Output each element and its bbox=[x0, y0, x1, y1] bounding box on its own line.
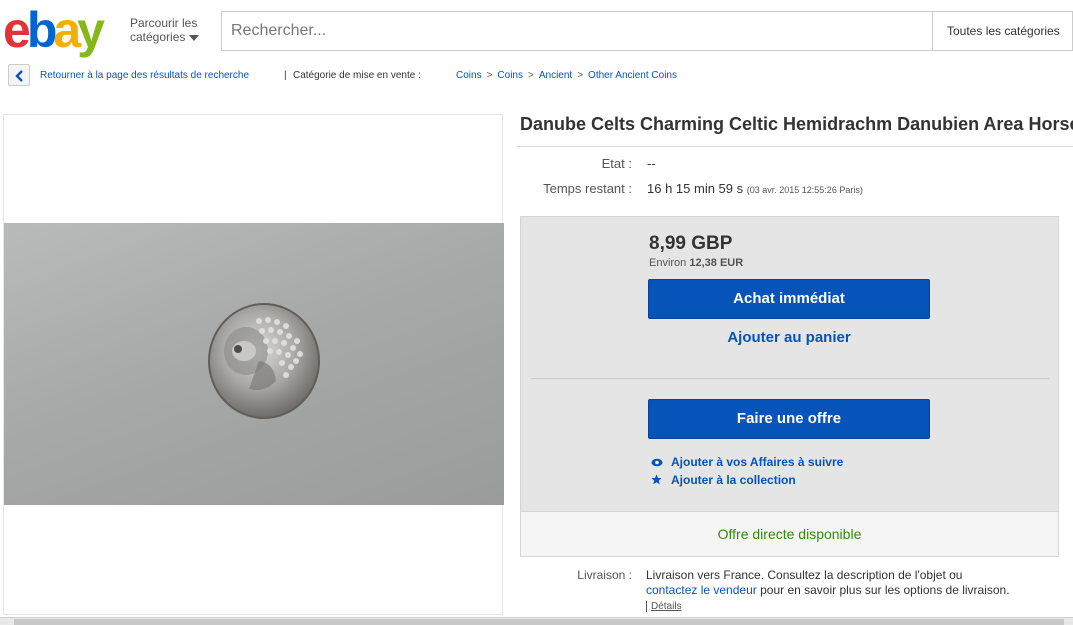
watchlist-label: Ajouter à vos Affaires à suivre bbox=[671, 455, 844, 469]
breadcrumb: Retourner à la page des résultats de rec… bbox=[8, 64, 1073, 88]
condition-label: Etat : bbox=[601, 156, 632, 171]
collection-label: Ajouter à la collection bbox=[671, 473, 796, 487]
search-input[interactable]: Rechercher... bbox=[221, 11, 933, 51]
eye-icon bbox=[651, 456, 665, 470]
time-left-value: 16 h 15 min 59 s (03 avr. 2015 12:55:26 … bbox=[647, 181, 863, 196]
item-price: 8,99 GBP bbox=[649, 233, 733, 254]
browse-line2: catégories bbox=[130, 30, 186, 44]
buy-box: 8,99 GBP Environ 12,38 EUR Achat immédia… bbox=[520, 216, 1059, 557]
contact-seller-link[interactable]: contactez le vendeur bbox=[646, 583, 757, 597]
crumb-arrow: > bbox=[577, 70, 584, 81]
buy-now-button[interactable]: Achat immédiat bbox=[648, 279, 930, 319]
category-label: Catégorie de mise en vente : bbox=[293, 70, 421, 81]
item-image-panel bbox=[3, 114, 504, 615]
direct-offer-notice: Offre directe disponible bbox=[521, 511, 1058, 556]
breadcrumb-separator: | bbox=[284, 70, 287, 81]
ebay-logo[interactable]: ebay bbox=[3, 4, 121, 56]
shipping-text-2: pour en savoir plus sur les options de l… bbox=[760, 583, 1010, 597]
add-to-collection-link[interactable]: Ajouter à la collection bbox=[651, 473, 796, 488]
shipping-info: Livraison vers France. Consultez la desc… bbox=[646, 568, 1066, 614]
scrollbar-thumb[interactable] bbox=[14, 619, 1064, 625]
coin-image bbox=[204, 301, 324, 426]
browse-categories-button[interactable]: Parcourir les catégories bbox=[130, 16, 210, 44]
add-to-cart-link[interactable]: Ajouter au panier bbox=[648, 329, 930, 346]
item-photo[interactable] bbox=[4, 223, 504, 505]
category-select[interactable]: Toutes les catégories bbox=[932, 11, 1073, 51]
make-offer-button[interactable]: Faire une offre bbox=[648, 399, 930, 439]
approx-price: Environ 12,38 EUR bbox=[649, 257, 743, 269]
buybox-divider bbox=[531, 378, 1049, 379]
browse-line1: Parcourir les bbox=[130, 16, 198, 30]
crumb-arrow: > bbox=[486, 70, 493, 81]
shipping-label: Livraison : bbox=[577, 568, 632, 582]
logo-letter-a: a bbox=[53, 2, 81, 58]
item-title: Danube Celts Charming Celtic Hemidrachm … bbox=[520, 114, 1073, 134]
approx-value: 12,38 EUR bbox=[689, 257, 744, 269]
back-to-results-link[interactable]: Retourner à la page des résultats de rec… bbox=[40, 70, 249, 81]
header: ebay Parcourir les catégories Rechercher… bbox=[0, 0, 1073, 62]
approx-prefix: Environ bbox=[649, 257, 687, 269]
logo-letter-b: b bbox=[26, 2, 57, 58]
chevron-left-icon bbox=[15, 70, 23, 82]
time-left-end-date: (03 avr. 2015 12:55:26 Paris) bbox=[746, 185, 863, 195]
category-crumbs: Coins > Coins > Ancient > Other Ancient Coins bbox=[456, 70, 677, 81]
add-to-watchlist-link[interactable]: Ajouter à vos Affaires à suivre bbox=[651, 455, 843, 470]
crumb-arrow: > bbox=[528, 70, 534, 81]
logo-letter-y: y bbox=[77, 2, 105, 58]
title-divider bbox=[517, 146, 1073, 147]
shipping-text-1: Livraison vers France. Consultez la desc… bbox=[646, 568, 963, 582]
time-left-countdown: 16 h 15 min 59 s bbox=[647, 181, 744, 196]
crumb-link[interactable]: Ancient bbox=[539, 70, 572, 81]
condition-value: -- bbox=[647, 156, 656, 171]
back-button[interactable] bbox=[8, 64, 30, 86]
crumb-link[interactable]: Coins bbox=[456, 70, 482, 81]
logo-letter-e: e bbox=[3, 2, 31, 58]
crumb-link[interactable]: Coins bbox=[497, 70, 523, 81]
star-icon bbox=[651, 474, 665, 488]
horizontal-scrollbar[interactable] bbox=[0, 617, 1073, 625]
caret-down-icon bbox=[189, 34, 200, 41]
time-left-label: Temps restant : bbox=[543, 181, 632, 196]
shipping-details-link[interactable]: Détails bbox=[646, 601, 682, 612]
crumb-link[interactable]: Other Ancient Coins bbox=[588, 70, 677, 81]
